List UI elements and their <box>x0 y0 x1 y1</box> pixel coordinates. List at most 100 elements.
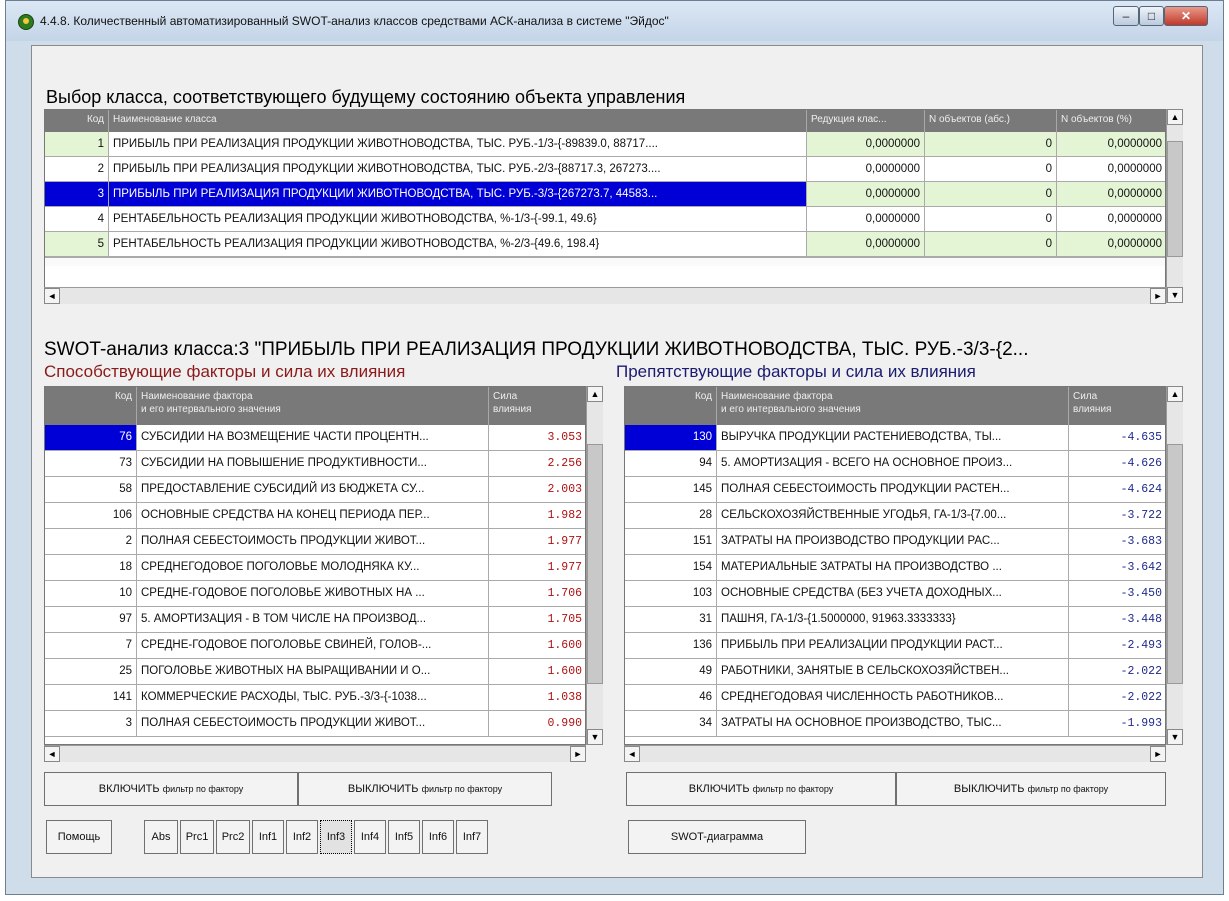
scroll-left-icon[interactable]: ◄ <box>624 746 640 762</box>
row-factor-name: СРЕДНЕГОДОВОЕ ПОГОЛОВЬЕ МОЛОДНЯКА КУ... <box>137 555 489 581</box>
row-force: 1.982 <box>489 503 585 529</box>
row-factor-name: ПРЕДОСТАВЛЕНИЕ СУБСИДИЙ ИЗ БЮДЖЕТА СУ... <box>137 477 489 503</box>
col-code[interactable]: Код <box>625 387 717 425</box>
hindering-table[interactable]: Код Наименование фактора и его интерваль… <box>624 386 1166 745</box>
promoting-vscroll[interactable]: ▲ ▼ <box>586 386 603 745</box>
col-force[interactable]: Сила влияния <box>1069 387 1165 425</box>
model-button-inf5[interactable]: Inf5 <box>388 820 420 854</box>
scroll-right-icon[interactable]: ► <box>1150 288 1166 304</box>
swot-title: SWOT-анализ класса:3 "ПРИБЫЛЬ ПРИ РЕАЛИЗ… <box>44 339 1029 360</box>
promoting-table[interactable]: Код Наименование фактора и его интерваль… <box>44 386 586 745</box>
row-force: 1.600 <box>489 633 585 659</box>
table-row[interactable]: 2 ПРИБЫЛЬ ПРИ РЕАЛИЗАЦИЯ ПРОДУКЦИИ ЖИВОТН… <box>45 157 1165 182</box>
table-row[interactable]: 7 СРЕДНЕ-ГОДОВОЕ ПОГОЛОВЬЕ СВИНЕЙ, ГОЛОВ-… <box>45 633 585 659</box>
class-table[interactable]: Код Наименование класса Редукция клас...… <box>44 109 1166 303</box>
table-row[interactable]: 94 5. АМОРТИЗАЦИЯ - ВСЕГО НА ОСНОВНОЕ ПРО… <box>625 451 1165 477</box>
maximize-button[interactable]: □ <box>1139 6 1164 26</box>
row-force: 1.600 <box>489 659 585 685</box>
col-force[interactable]: Сила влияния <box>489 387 585 425</box>
row-force: -3.722 <box>1069 503 1165 529</box>
class-table-hscroll[interactable]: ◄ ► <box>44 287 1166 304</box>
model-button-inf3[interactable]: Inf3 <box>320 820 352 854</box>
col-class-name[interactable]: Наименование класса <box>109 110 807 132</box>
disable-filter-button-right[interactable]: ВЫКЛЮЧИТЬ фильтр по фактору <box>896 772 1166 806</box>
scroll-up-icon[interactable]: ▲ <box>1167 386 1183 402</box>
col-reduction[interactable]: Редукция клас... <box>807 110 925 132</box>
enable-filter-button-right[interactable]: ВКЛЮЧИТЬ фильтр по фактору <box>626 772 896 806</box>
row-factor-name: 5. АМОРТИЗАЦИЯ - ВСЕГО НА ОСНОВНОЕ ПРОИЗ… <box>717 451 1069 477</box>
disable-filter-button-left[interactable]: ВЫКЛЮЧИТЬ фильтр по фактору <box>298 772 552 806</box>
table-row[interactable]: 76 СУБСИДИИ НА ВОЗМЕЩЕНИЕ ЧАСТИ ПРОЦЕНТН.… <box>45 425 585 451</box>
table-row[interactable]: 3 ПРИБЫЛЬ ПРИ РЕАЛИЗАЦИЯ ПРОДУКЦИИ ЖИВОТН… <box>45 182 1165 207</box>
model-button-prc1[interactable]: Prc1 <box>180 820 214 854</box>
model-button-inf1[interactable]: Inf1 <box>252 820 284 854</box>
table-row-partial[interactable] <box>45 257 1165 266</box>
table-row[interactable]: 97 5. АМОРТИЗАЦИЯ - В ТОМ ЧИСЛЕ НА ПРОИЗВ… <box>45 607 585 633</box>
scroll-right-icon[interactable]: ► <box>1150 746 1166 762</box>
enable-filter-button-left[interactable]: ВКЛЮЧИТЬ фильтр по фактору <box>44 772 298 806</box>
table-row[interactable]: 58 ПРЕДОСТАВЛЕНИЕ СУБСИДИЙ ИЗ БЮДЖЕТА СУ.… <box>45 477 585 503</box>
table-row[interactable]: 49 РАБОТНИКИ, ЗАНЯТЫЕ В СЕЛЬСКОХОЗЯЙСТВЕН… <box>625 659 1165 685</box>
table-row[interactable]: 3 ПОЛНАЯ СЕБЕСТОИМОСТЬ ПРОДУКЦИИ ЖИВОТ...… <box>45 711 585 737</box>
table-row[interactable]: 5 РЕНТАБЕЛЬНОСТЬ РЕАЛИЗАЦИЯ ПРОДУКЦИИ ЖИВ… <box>45 232 1165 257</box>
row-code: 31 <box>625 607 717 633</box>
close-button[interactable]: ✕ <box>1164 6 1208 26</box>
table-row[interactable]: 154 МАТЕРИАЛЬНЫЕ ЗАТРАТЫ НА ПРОИЗВОДСТВО … <box>625 555 1165 581</box>
help-button[interactable]: Помощь <box>46 820 112 854</box>
col-factor-name[interactable]: Наименование фактора и его интервального… <box>717 387 1069 425</box>
scroll-down-icon[interactable]: ▼ <box>587 729 603 745</box>
table-row[interactable]: 25 ПОГОЛОВЬЕ ЖИВОТНЫХ НА ВЫРАЩИВАНИИ И О.… <box>45 659 585 685</box>
swot-diagram-button[interactable]: SWOT-диаграмма <box>628 820 806 854</box>
col-code[interactable]: Код <box>45 387 137 425</box>
table-row[interactable]: 34 ЗАТРАТЫ НА ОСНОВНОЕ ПРОИЗВОДСТВО, ТЫС.… <box>625 711 1165 737</box>
model-button-inf2[interactable]: Inf2 <box>286 820 318 854</box>
scroll-thumb[interactable] <box>587 444 603 684</box>
col-force-line1: Сила <box>493 391 518 402</box>
table-row[interactable]: 18 СРЕДНЕГОДОВОЕ ПОГОЛОВЬЕ МОЛОДНЯКА КУ..… <box>45 555 585 581</box>
class-table-header: Код Наименование класса Редукция клас...… <box>45 110 1165 132</box>
row-factor-name: ПОГОЛОВЬЕ ЖИВОТНЫХ НА ВЫРАЩИВАНИИ И О... <box>137 659 489 685</box>
table-row[interactable]: 103 ОСНОВНЫЕ СРЕДСТВА (БЕЗ УЧЕТА ДОХОДНЫХ… <box>625 581 1165 607</box>
table-row[interactable]: 151 ЗАТРАТЫ НА ПРОИЗВОДСТВО ПРОДУКЦИИ РАС… <box>625 529 1165 555</box>
table-row[interactable]: 136 ПРИБЫЛЬ ПРИ РЕАЛИЗАЦИИ ПРОДУКЦИИ РАСТ… <box>625 633 1165 659</box>
col-n-pct[interactable]: N объектов (%) <box>1057 110 1165 132</box>
scroll-down-icon[interactable]: ▼ <box>1167 287 1183 303</box>
col-code[interactable]: Код <box>45 110 109 132</box>
row-code: 2 <box>45 529 137 555</box>
table-row[interactable]: 28 СЕЛЬСКОХОЗЯЙСТВЕННЫЕ УГОДЬЯ, ГА-1/3-{7… <box>625 503 1165 529</box>
table-row[interactable]: 4 РЕНТАБЕЛЬНОСТЬ РЕАЛИЗАЦИЯ ПРОДУКЦИИ ЖИВ… <box>45 207 1165 232</box>
table-row[interactable]: 73 СУБСИДИИ НА ПОВЫШЕНИЕ ПРОДУКТИВНОСТИ..… <box>45 451 585 477</box>
table-row[interactable]: 145 ПОЛНАЯ СЕБЕСТОИМОСТЬ ПРОДУКЦИИ РАСТЕН… <box>625 477 1165 503</box>
model-button-prc2[interactable]: Prc2 <box>216 820 250 854</box>
model-button-inf7[interactable]: Inf7 <box>456 820 488 854</box>
col-factor-name[interactable]: Наименование фактора и его интервального… <box>137 387 489 425</box>
promoting-hscroll[interactable]: ◄ ► <box>44 745 586 762</box>
table-row[interactable]: 141 КОММЕРЧЕСКИЕ РАСХОДЫ, ТЫС. РУБ.-3/3-{… <box>45 685 585 711</box>
table-row[interactable]: 10 СРЕДНЕ-ГОДОВОЕ ПОГОЛОВЬЕ ЖИВОТНЫХ НА .… <box>45 581 585 607</box>
model-button-inf6[interactable]: Inf6 <box>422 820 454 854</box>
scroll-right-icon[interactable]: ► <box>570 746 586 762</box>
model-button-abs[interactable]: Abs <box>144 820 178 854</box>
scroll-left-icon[interactable]: ◄ <box>44 746 60 762</box>
minimize-button[interactable]: – <box>1113 6 1139 26</box>
row-code: 4 <box>45 207 109 232</box>
col-n-abs[interactable]: N объектов (абс.) <box>925 110 1057 132</box>
table-row[interactable]: 1 ПРИБЫЛЬ ПРИ РЕАЛИЗАЦИЯ ПРОДУКЦИИ ЖИВОТН… <box>45 132 1165 157</box>
table-row[interactable]: 130 ВЫРУЧКА ПРОДУКЦИИ РАСТЕНИЕВОДСТВА, ТЫ… <box>625 425 1165 451</box>
scroll-left-icon[interactable]: ◄ <box>44 288 60 304</box>
scroll-thumb[interactable] <box>1167 444 1183 684</box>
row-force: -3.450 <box>1069 581 1165 607</box>
scroll-up-icon[interactable]: ▲ <box>1167 109 1183 125</box>
scroll-thumb[interactable] <box>1167 141 1183 257</box>
table-row[interactable]: 106 ОСНОВНЫЕ СРЕДСТВА НА КОНЕЦ ПЕРИОДА ПЕ… <box>45 503 585 529</box>
model-button-inf4[interactable]: Inf4 <box>354 820 386 854</box>
table-row[interactable]: 46 СРЕДНЕГОДОВАЯ ЧИСЛЕННОСТЬ РАБОТНИКОВ..… <box>625 685 1165 711</box>
table-row[interactable]: 31 ПАШНЯ, ГА-1/3-{1.5000000, 91963.333333… <box>625 607 1165 633</box>
hindering-hscroll[interactable]: ◄ ► <box>624 745 1166 762</box>
class-table-vscroll[interactable]: ▲ ▼ <box>1166 109 1183 303</box>
row-factor-name: ОСНОВНЫЕ СРЕДСТВА (БЕЗ УЧЕТА ДОХОДНЫХ... <box>717 581 1069 607</box>
table-row[interactable]: 2 ПОЛНАЯ СЕБЕСТОИМОСТЬ ПРОДУКЦИИ ЖИВОТ...… <box>45 529 585 555</box>
scroll-down-icon[interactable]: ▼ <box>1167 729 1183 745</box>
scroll-up-icon[interactable]: ▲ <box>587 386 603 402</box>
hindering-vscroll[interactable]: ▲ ▼ <box>1166 386 1183 745</box>
